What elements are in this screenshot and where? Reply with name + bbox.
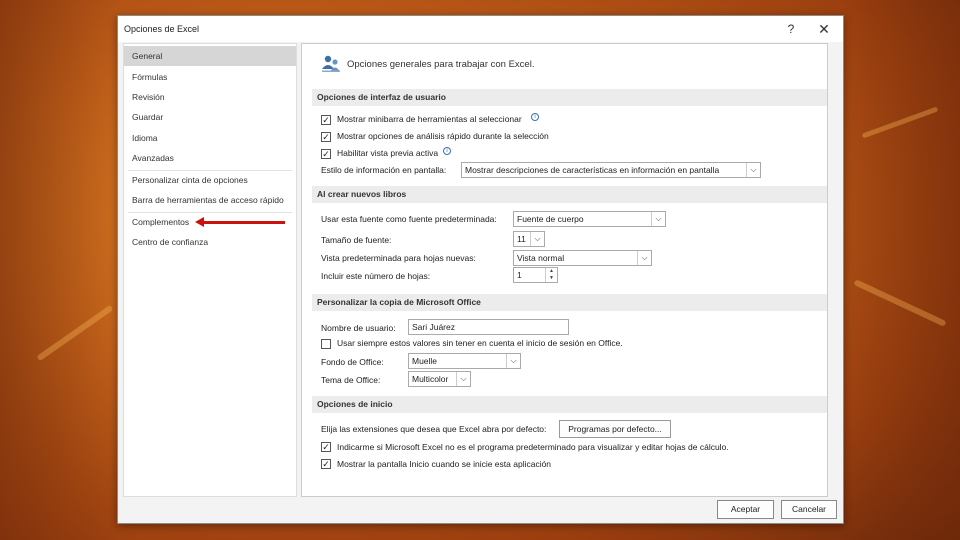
section-personalize: Personalizar la copia de Microsoft Offic… [312, 294, 827, 311]
accept-button[interactable]: Aceptar [717, 500, 774, 519]
default-font-label: Usar esta fuente como fuente predetermin… [321, 214, 497, 224]
chevron-down-icon: ⌵ [637, 251, 651, 265]
screentip-style-label: Estilo de información en pantalla: [321, 165, 447, 175]
default-view-label: Vista predeterminada para hojas nuevas: [321, 253, 476, 263]
sidebar-item-revision[interactable]: Revisión [124, 87, 296, 107]
chevron-down-icon: ⌵ [530, 232, 544, 246]
office-background-label: Fondo de Office: [321, 357, 384, 367]
always-use-values-label: Usar siempre estos valores sin tener en … [337, 338, 623, 348]
chevron-down-icon: ⌵ [506, 354, 520, 368]
default-view-select[interactable]: Vista normal ⌵ [513, 250, 652, 266]
sidebar-item-idioma[interactable]: Idioma [124, 128, 296, 148]
show-start-screen-label: Mostrar la pantalla Inicio cuando se ini… [337, 459, 552, 469]
office-theme-value: Multicolor [412, 374, 449, 384]
default-program-checkbox[interactable]: ✓ [321, 442, 331, 452]
default-font-value: Fuente de cuerpo [517, 214, 584, 224]
info-icon: i [531, 113, 539, 121]
screentip-style-select[interactable]: Mostrar descripciones de características… [461, 162, 761, 178]
office-background-select[interactable]: Muelle ⌵ [408, 353, 521, 369]
office-theme-label: Tema de Office: [321, 375, 381, 385]
chevron-down-icon: ⌵ [456, 372, 470, 386]
default-programs-button[interactable]: Programas por defecto... [559, 420, 671, 438]
info-icon: i [443, 147, 451, 155]
sidebar-item-personalizar-cinta[interactable]: Personalizar cinta de opciones [124, 170, 296, 190]
spin-down-icon[interactable]: ▼ [549, 275, 554, 281]
sheet-count-label: Incluir este número de hojas: [321, 271, 431, 281]
live-preview-label: Habilitar vista previa activa [337, 148, 439, 158]
section-new-books: Al crear nuevos libros [312, 186, 827, 203]
office-theme-select[interactable]: Multicolor ⌵ [408, 371, 471, 387]
sidebar-item-general[interactable]: General [124, 46, 296, 66]
office-background-value: Muelle [412, 356, 438, 366]
quick-analysis-checkbox[interactable]: ✓ [321, 132, 331, 142]
screentip-style-value: Mostrar descripciones de características… [465, 165, 720, 175]
font-size-label: Tamaño de fuente: [321, 235, 392, 245]
sidebar-item-guardar[interactable]: Guardar [124, 107, 296, 127]
background-right-band [840, 0, 960, 540]
dialog-title: Opciones de Excel [124, 24, 200, 34]
section-startup: Opciones de inicio [312, 396, 827, 413]
sheet-count-spinner[interactable]: 1 ▲ ▼ [513, 267, 558, 283]
options-content-pane: Opciones generales para trabajar con Exc… [301, 43, 828, 497]
default-view-value: Vista normal [517, 253, 565, 263]
sidebar-item-centro-confianza[interactable]: Centro de confianza [124, 232, 296, 252]
sheet-count-value: 1 [517, 270, 522, 280]
background-left-band [0, 0, 120, 540]
red-arrow-icon [195, 217, 204, 227]
red-arrow-line [202, 221, 285, 224]
default-font-select[interactable]: Fuente de cuerpo ⌵ [513, 211, 666, 227]
always-use-values-checkbox[interactable] [321, 339, 331, 349]
close-button[interactable]: ✕ [814, 20, 834, 38]
dialog-titlebar: Opciones de Excel ? ✕ [118, 16, 843, 42]
default-program-label: Indicarme si Microsoft Excel no es el pr… [337, 442, 729, 452]
sidebar-item-barra-acceso-rapido[interactable]: Barra de herramientas de acceso rápido [124, 190, 296, 210]
font-size-select[interactable]: 11 ⌵ [513, 231, 545, 247]
spinner-arrows[interactable]: ▲ ▼ [545, 268, 557, 282]
minibar-label: Mostrar minibarra de herramientas al sel… [337, 114, 522, 124]
sidebar-item-avanzadas[interactable]: Avanzadas [124, 148, 296, 168]
page-heading: Opciones generales para trabajar con Exc… [347, 59, 535, 70]
font-size-value: 11 [517, 234, 526, 244]
sidebar-item-formulas[interactable]: Fórmulas [124, 67, 296, 87]
options-sidebar: General Fórmulas Revisión Guardar Idioma… [123, 43, 297, 497]
help-button[interactable]: ? [781, 20, 801, 38]
excel-options-dialog: Opciones de Excel ? ✕ General Fórmulas R… [117, 15, 844, 524]
general-options-icon [322, 55, 340, 72]
username-input[interactable]: Sari Juárez [408, 319, 569, 335]
username-label: Nombre de usuario: [321, 323, 396, 333]
cancel-button[interactable]: Cancelar [781, 500, 837, 519]
show-start-screen-checkbox[interactable]: ✓ [321, 459, 331, 469]
minibar-checkbox[interactable]: ✓ [321, 115, 331, 125]
live-preview-checkbox[interactable]: ✓ [321, 149, 331, 159]
chevron-down-icon: ⌵ [651, 212, 665, 226]
extensions-label: Elija las extensiones que desea que Exce… [321, 424, 547, 434]
quick-analysis-label: Mostrar opciones de análisis rápido dura… [337, 131, 549, 141]
section-ui-options: Opciones de interfaz de usuario [312, 89, 827, 106]
spin-up-icon[interactable]: ▲ [549, 268, 554, 274]
chevron-down-icon: ⌵ [746, 163, 760, 177]
